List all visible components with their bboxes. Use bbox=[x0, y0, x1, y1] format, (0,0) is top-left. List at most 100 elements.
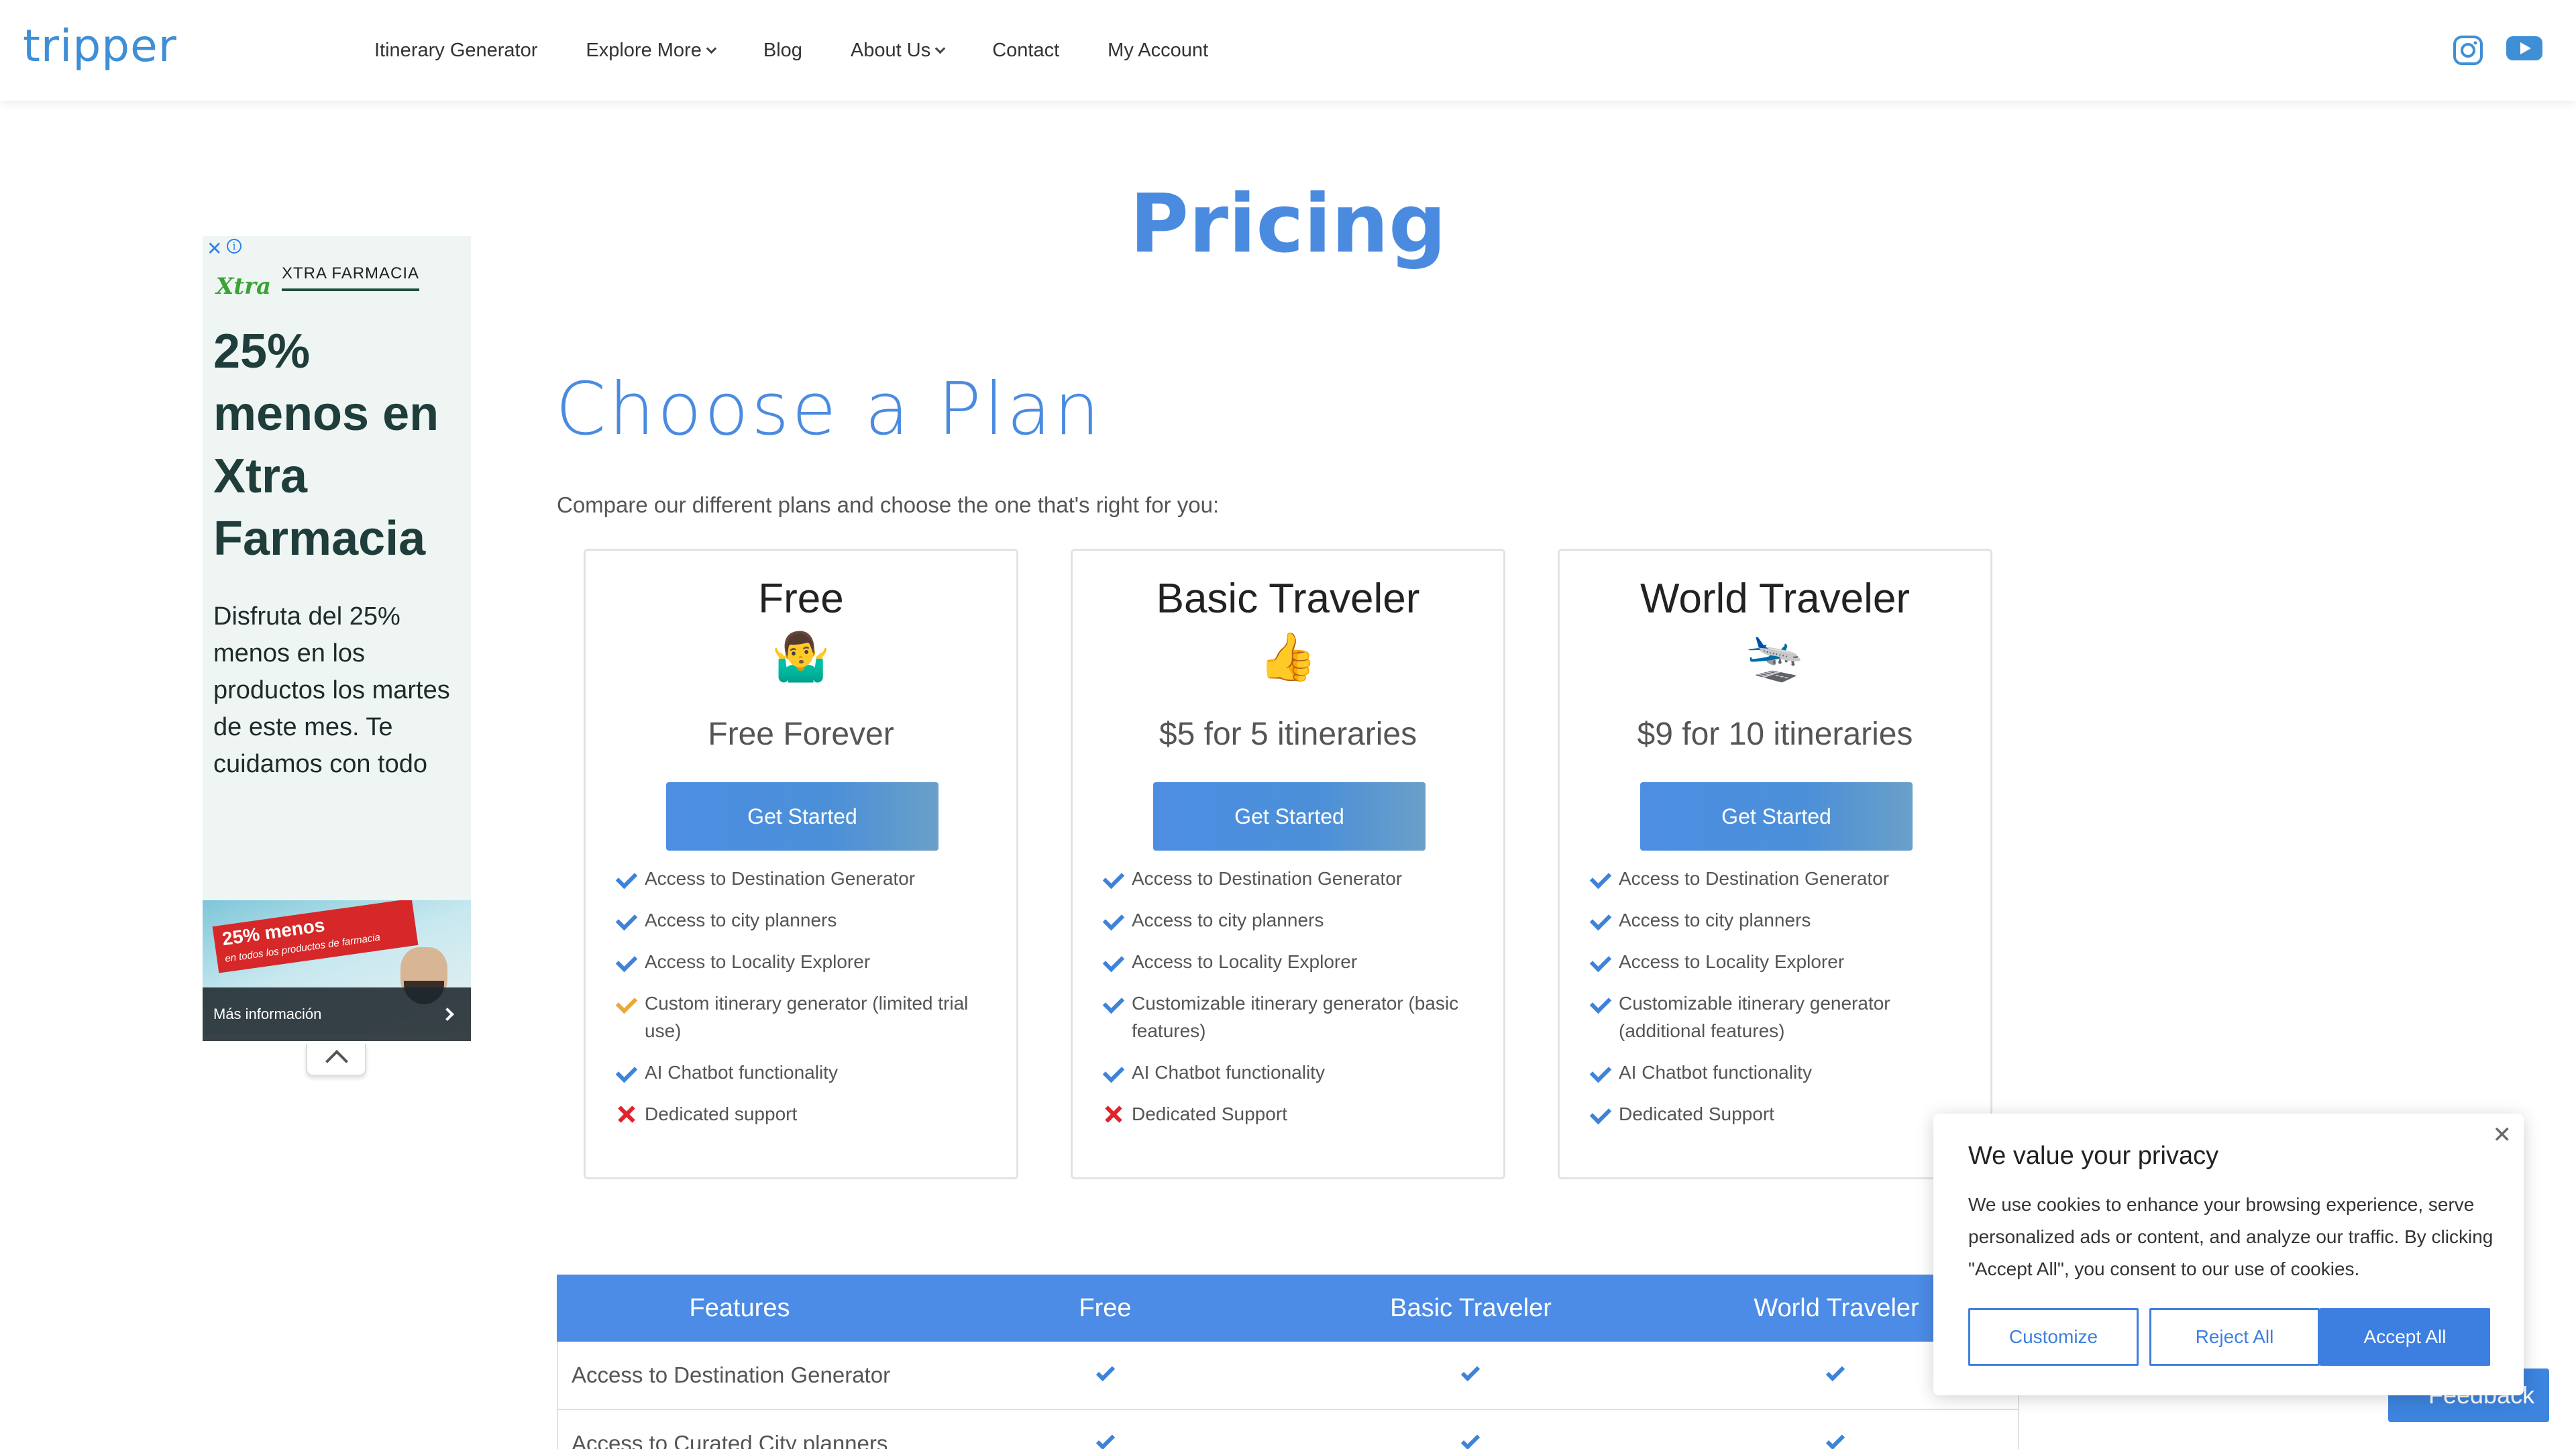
check-icon bbox=[1102, 989, 1132, 1017]
nav-blog[interactable]: Blog bbox=[763, 40, 802, 62]
check-icon bbox=[1825, 1430, 1845, 1449]
feature-item: Access to Locality Explorer bbox=[1589, 948, 1972, 975]
check-icon bbox=[1460, 1362, 1481, 1382]
feature-item: Access to Locality Explorer bbox=[615, 948, 998, 975]
nav-itinerary-generator[interactable]: Itinerary Generator bbox=[374, 40, 537, 62]
social-links bbox=[2453, 35, 2542, 66]
ad-headline: 25% menos en Xtra Farmacia bbox=[213, 325, 439, 566]
get-started-button-world[interactable]: Get Started bbox=[1640, 782, 1913, 851]
feature-text: AI Chatbot functionality bbox=[1132, 1062, 1325, 1083]
sidebar-ad[interactable]: ✕ i Xtra XTRA FARMACIA 25% menos en Xtra… bbox=[203, 236, 471, 1076]
feature-text: Access to Locality Explorer bbox=[1619, 951, 1845, 972]
table-header-features: Features bbox=[689, 1294, 790, 1322]
feature-text: Dedicated Support bbox=[1132, 1104, 1287, 1124]
table-header: Features Free Basic Traveler World Trave… bbox=[557, 1275, 2019, 1342]
ad-cta-label: Más información bbox=[213, 1006, 322, 1022]
feature-text: Access to city planners bbox=[1619, 910, 1811, 930]
main-nav: Itinerary Generator Explore More Blog Ab… bbox=[374, 0, 1256, 101]
feature-item: AI Chatbot functionality bbox=[1102, 1059, 1485, 1086]
cross-icon bbox=[615, 1100, 645, 1128]
ad-body: ✕ i Xtra XTRA FARMACIA 25% menos en Xtra… bbox=[203, 236, 471, 900]
table-header-basic: Basic Traveler bbox=[1390, 1294, 1552, 1322]
feature-item: Custom itinerary generator (limited tria… bbox=[615, 989, 998, 1044]
feature-item: Dedicated Support bbox=[1589, 1100, 1972, 1128]
table-row-label: Access to Curated City planners bbox=[572, 1431, 888, 1449]
check-icon bbox=[615, 1059, 645, 1086]
nav-label: Itinerary Generator bbox=[374, 39, 538, 61]
cookie-consent-banner: ✕ We value your privacy We use cookies t… bbox=[1933, 1114, 2524, 1395]
feature-text: Customizable itinerary generator (basic … bbox=[1132, 993, 1459, 1041]
nav-contact[interactable]: Contact bbox=[992, 40, 1059, 62]
check-icon bbox=[1102, 906, 1132, 934]
plan-name: World Traveler bbox=[1640, 576, 1910, 622]
tripper-logo[interactable]: tripper bbox=[23, 20, 177, 72]
chevron-down-icon bbox=[934, 43, 946, 54]
site-header: tripper Itinerary Generator Explore More… bbox=[0, 0, 2576, 101]
nav-label: Blog bbox=[763, 39, 802, 61]
nav-label: Contact bbox=[992, 39, 1060, 61]
check-icon bbox=[1095, 1362, 1116, 1382]
ad-description: Disfruta del 25% menos en los productos … bbox=[213, 602, 450, 778]
accept-all-button[interactable]: Accept All bbox=[2320, 1308, 2490, 1366]
plan-price: $5 for 5 itineraries bbox=[1159, 716, 1417, 752]
customize-button[interactable]: Customize bbox=[1968, 1308, 2139, 1366]
shrug-icon: 🤷‍♂️ bbox=[771, 631, 830, 683]
feature-item: Dedicated support bbox=[615, 1100, 998, 1128]
get-started-button-basic[interactable]: Get Started bbox=[1153, 782, 1426, 851]
feature-item: Access to Destination Generator bbox=[1102, 865, 1485, 892]
cross-icon bbox=[1102, 1100, 1132, 1128]
table-cell bbox=[923, 1410, 1288, 1449]
feature-text: Access to city planners bbox=[645, 910, 837, 930]
feature-text: Access to Locality Explorer bbox=[1132, 951, 1358, 972]
feature-item: Access to Destination Generator bbox=[615, 865, 998, 892]
feature-item: Dedicated Support bbox=[1102, 1100, 1485, 1128]
feature-item: Access to city planners bbox=[1102, 906, 1485, 934]
feature-item: Access to Destination Generator bbox=[1589, 865, 1972, 892]
plan-features: Access to Destination Generator Access t… bbox=[615, 865, 998, 1142]
nav-about-us[interactable]: About Us bbox=[850, 39, 946, 62]
nav-explore-more[interactable]: Explore More bbox=[586, 40, 717, 62]
table-row: Access to Destination Generator bbox=[557, 1342, 2019, 1410]
feature-text: Custom itinerary generator (limited tria… bbox=[645, 993, 969, 1041]
check-icon bbox=[1102, 948, 1132, 975]
feature-text: Customizable itinerary generator (additi… bbox=[1619, 993, 1890, 1041]
table-cell bbox=[1288, 1410, 1653, 1449]
reject-all-button[interactable]: Reject All bbox=[2149, 1308, 2320, 1366]
instagram-icon[interactable] bbox=[2453, 35, 2483, 66]
table-header-free: Free bbox=[1079, 1294, 1132, 1322]
feature-item: Access to city planners bbox=[615, 906, 998, 934]
check-icon bbox=[1589, 906, 1619, 934]
get-started-button-free[interactable]: Get Started bbox=[666, 782, 938, 851]
check-icon bbox=[1095, 1430, 1116, 1449]
table-row: Access to Curated City planners bbox=[557, 1410, 2019, 1449]
close-icon[interactable]: ✕ bbox=[2493, 1122, 2512, 1148]
nav-label: About Us bbox=[850, 39, 931, 61]
page-title: Pricing bbox=[1130, 178, 1446, 271]
cookie-text: We use cookies to enhance your browsing … bbox=[1968, 1194, 2493, 1279]
feature-item: AI Chatbot functionality bbox=[615, 1059, 998, 1086]
plan-name: Free bbox=[758, 576, 844, 622]
plan-price: Free Forever bbox=[708, 716, 894, 752]
feature-text: Dedicated Support bbox=[1619, 1104, 1774, 1124]
feature-text: Access to Destination Generator bbox=[1132, 868, 1403, 889]
plan-features: Access to Destination Generator Access t… bbox=[1589, 865, 1972, 1142]
feature-item: Customizable itinerary generator (additi… bbox=[1589, 989, 1972, 1044]
feature-text: Access to Destination Generator bbox=[645, 868, 916, 889]
ad-brand-logo-text: Xtra bbox=[216, 273, 272, 300]
feature-item: Customizable itinerary generator (basic … bbox=[1102, 989, 1485, 1044]
feature-text: AI Chatbot functionality bbox=[1619, 1062, 1812, 1083]
chevron-down-icon bbox=[706, 43, 717, 54]
check-icon bbox=[1589, 989, 1619, 1017]
youtube-icon[interactable] bbox=[2506, 35, 2542, 62]
table-cell bbox=[923, 1342, 1288, 1409]
plan-card-basic-traveler: Basic Traveler 👍 $5 for 5 itineraries Ge… bbox=[1071, 549, 1505, 1179]
ad-cta-button[interactable]: Más información bbox=[203, 987, 471, 1041]
chevron-right-icon bbox=[441, 1008, 454, 1021]
logo-text: tripper bbox=[23, 20, 177, 72]
ad-collapse-tab[interactable] bbox=[306, 1044, 366, 1076]
airplane-arrival-icon: 🛬 bbox=[1746, 631, 1805, 683]
check-icon bbox=[1460, 1430, 1481, 1449]
thumbs-up-icon: 👍 bbox=[1258, 631, 1318, 683]
plan-card-free: Free 🤷‍♂️ Free Forever Get Started Acces… bbox=[584, 549, 1018, 1179]
nav-my-account[interactable]: My Account bbox=[1108, 40, 1208, 62]
